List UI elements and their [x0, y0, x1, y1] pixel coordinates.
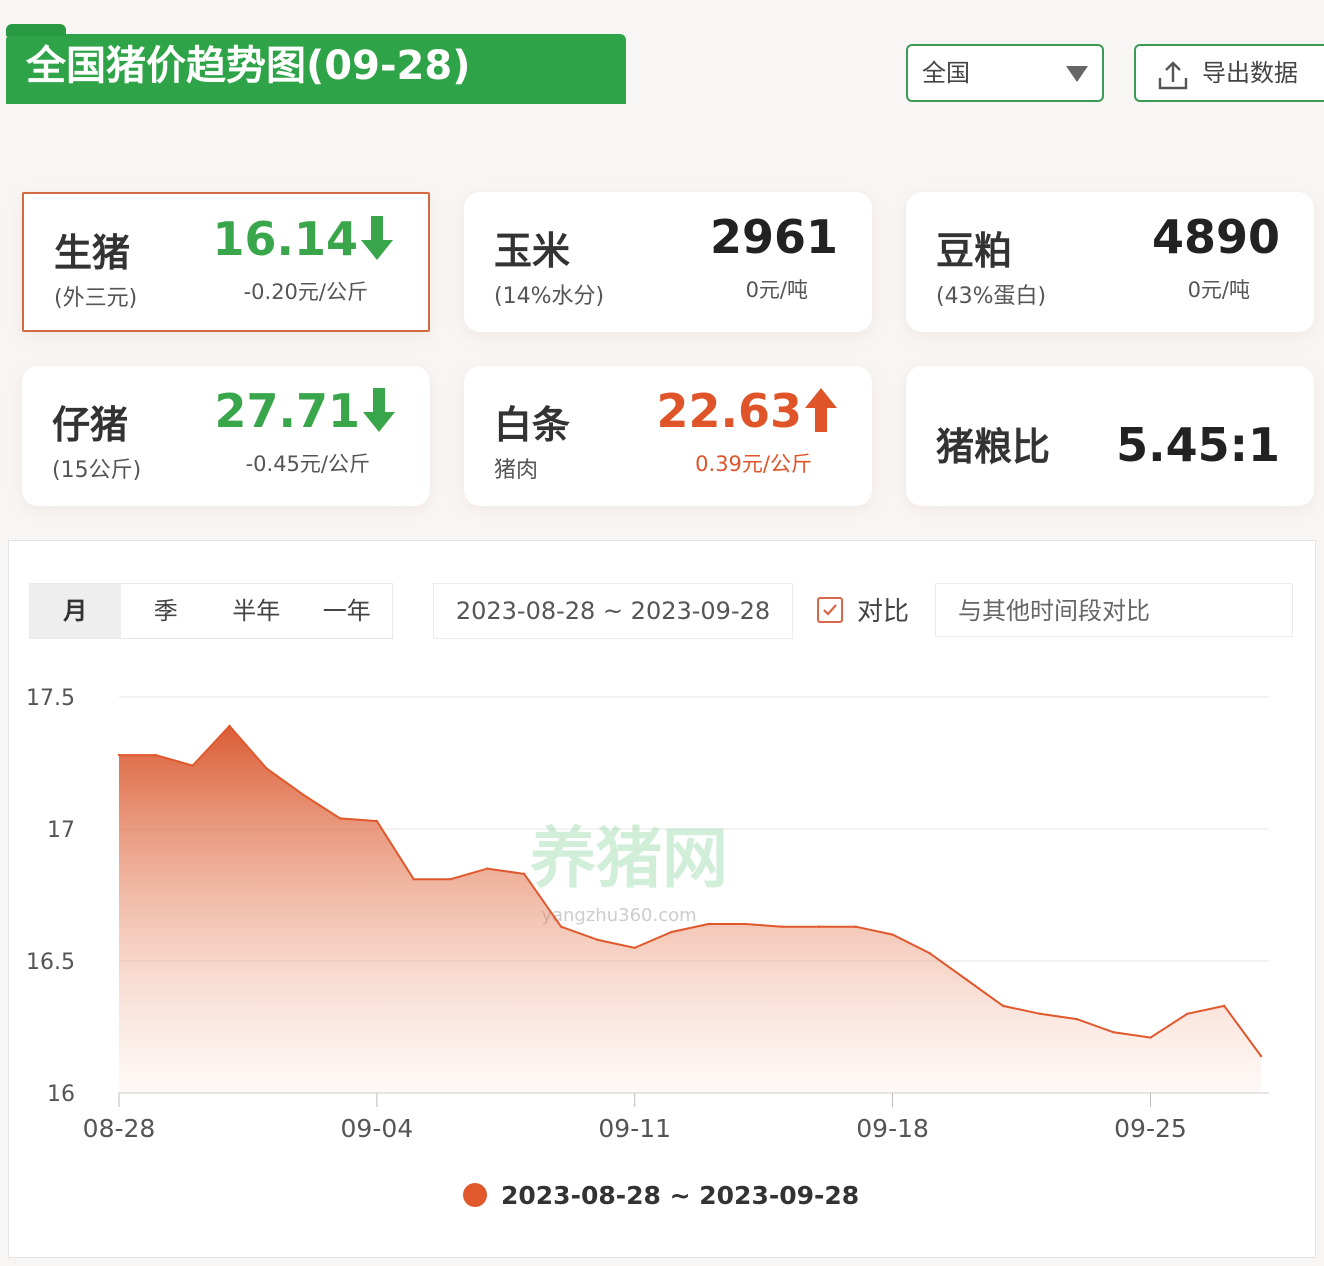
watermark-url: yangzhu360.com — [541, 905, 696, 926]
x-tick-label: 08-28 — [83, 1114, 156, 1143]
data-point[interactable] — [117, 753, 121, 757]
card-name: 仔猪 — [52, 403, 129, 447]
data-point[interactable] — [707, 922, 710, 926]
price-trend-chart: 养猪网 yangzhu360.com 17.5 17 16.5 16 08-28 09-0… — [26, 686, 1269, 1143]
data-point[interactable] — [1259, 1054, 1263, 1058]
data-point[interactable] — [928, 951, 931, 955]
x-tick-label: 09-11 — [598, 1114, 671, 1143]
data-point[interactable] — [412, 877, 415, 881]
card-live-hog[interactable]: 生猪 (外三元) 16.14 -0.20元/公斤 — [22, 192, 430, 332]
data-point[interactable] — [1222, 1004, 1226, 1008]
data-point[interactable] — [375, 819, 379, 823]
data-point[interactable] — [891, 933, 894, 936]
data-point[interactable] — [1038, 1012, 1042, 1015]
y-tick-label: 17 — [47, 818, 75, 843]
data-point[interactable] — [854, 925, 857, 928]
watermark-logo: 养猪网 — [530, 820, 728, 897]
card-change: -0.45元/公斤 — [245, 452, 370, 476]
card-change: 0元/吨 — [1187, 278, 1250, 302]
card-name: 玉米 — [494, 229, 571, 273]
card-sub: 猪肉 — [494, 458, 539, 483]
card-value-text: 27.71 — [214, 384, 360, 438]
card-value-text: 22.63 — [656, 384, 802, 438]
chart-panel: 月 季 半年 一年 2023-08-28 ~ 2023-09-28 对比 与其他… — [8, 540, 1316, 1258]
card-hog-grain-ratio[interactable]: 猪粮比 5.45:1 — [906, 366, 1314, 506]
card-pork-carcass[interactable]: 白条 猪肉 22.63 0.39元/公斤 — [464, 366, 872, 506]
data-point[interactable] — [523, 872, 526, 876]
data-point[interactable] — [191, 764, 194, 767]
region-select-value: 全国 — [922, 59, 970, 87]
data-point[interactable] — [265, 767, 268, 770]
card-sub: (15公斤) — [52, 458, 142, 483]
card-value-text: 16.14 — [212, 212, 358, 266]
card-value: 16.14 — [212, 212, 394, 266]
data-point[interactable] — [1149, 1036, 1152, 1039]
data-point[interactable] — [559, 925, 563, 928]
data-point[interactable] — [1186, 1012, 1189, 1015]
region-select[interactable]: 全国 — [906, 44, 1104, 102]
card-soybean-meal[interactable]: 豆粕 (43%蛋白) 4890 0元/吨 — [906, 192, 1314, 332]
card-value: 22.63 — [656, 384, 838, 438]
card-name: 猪粮比 — [936, 425, 1051, 469]
card-name: 豆粕 — [936, 229, 1013, 273]
data-point[interactable] — [744, 922, 747, 926]
upload-icon — [1158, 61, 1188, 90]
arrow-down-icon — [361, 216, 393, 260]
card-sub: (43%蛋白) — [936, 284, 1047, 309]
x-tick-label: 09-04 — [341, 1114, 414, 1143]
data-point[interactable] — [780, 925, 784, 928]
card-sub: (14%水分) — [494, 284, 605, 309]
data-point[interactable] — [1075, 1017, 1079, 1021]
data-point[interactable] — [670, 930, 673, 934]
x-tick-label: 09-25 — [1114, 1114, 1187, 1143]
data-point[interactable] — [449, 877, 452, 881]
card-name: 白条 — [494, 403, 571, 447]
data-point[interactable] — [154, 753, 158, 757]
export-data-label: 导出数据 — [1202, 59, 1298, 87]
data-point[interactable] — [228, 724, 231, 728]
card-value: 5.45:1 — [1116, 418, 1280, 472]
y-tick-label: 17.5 — [26, 686, 75, 711]
card-change: -0.20元/公斤 — [243, 280, 368, 304]
card-corn[interactable]: 玉米 (14%水分) 2961 0元/吨 — [464, 192, 872, 332]
card-value: 2961 — [709, 210, 838, 264]
card-name: 生猪 — [54, 231, 131, 275]
card-value: 27.71 — [214, 384, 396, 438]
data-point[interactable] — [301, 793, 305, 796]
data-point[interactable] — [817, 925, 821, 928]
data-point[interactable] — [965, 978, 968, 981]
data-point[interactable] — [596, 938, 600, 942]
card-change: 0元/吨 — [745, 278, 808, 302]
card-value: 4890 — [1151, 210, 1280, 264]
y-tick-label: 16 — [47, 1082, 75, 1107]
arrow-up-icon — [805, 388, 837, 432]
data-point[interactable] — [486, 867, 489, 870]
x-tick-label: 09-18 — [856, 1114, 929, 1143]
arrow-down-icon — [363, 388, 395, 432]
data-point[interactable] — [1001, 1004, 1005, 1008]
data-point[interactable] — [338, 817, 342, 820]
card-sub: (外三元) — [54, 286, 138, 311]
card-piglet[interactable]: 仔猪 (15公斤) 27.71 -0.45元/公斤 — [22, 366, 430, 506]
legend-marker — [463, 1183, 487, 1207]
y-tick-label: 16.5 — [26, 950, 75, 975]
page-title: 全国猪价趋势图(09-28) — [6, 24, 626, 104]
data-point[interactable] — [1112, 1031, 1115, 1034]
chevron-down-icon — [1066, 66, 1088, 82]
legend-label: 2023-08-28 ~ 2023-09-28 — [501, 1181, 860, 1210]
card-change: 0.39元/公斤 — [695, 452, 812, 476]
export-data-button[interactable]: 导出数据 — [1134, 44, 1324, 102]
data-point[interactable] — [633, 946, 636, 949]
chart-legend[interactable]: 2023-08-28 ~ 2023-09-28 — [463, 1181, 859, 1210]
